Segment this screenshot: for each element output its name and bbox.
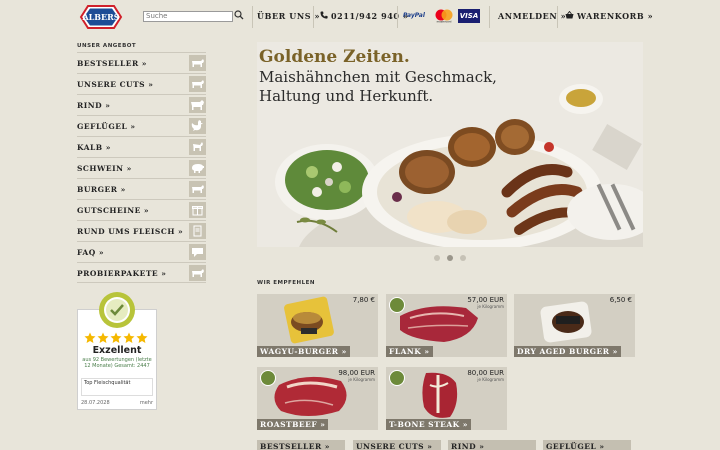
trust-review-quote: Top Fleischqualität <box>81 378 153 396</box>
sidebar-item-burger[interactable]: BURGER » <box>77 178 206 199</box>
logo-text: ALBERS <box>81 12 119 22</box>
gift-icon <box>189 202 206 218</box>
albers-logo[interactable]: ALBERS <box>78 4 124 30</box>
product-price: 57,00 EUR je Kilogramm <box>467 296 504 310</box>
paypal-logo: PayPal <box>403 12 425 19</box>
product-card-flank[interactable]: 57,00 EUR je Kilogramm FLANK » <box>386 294 507 357</box>
chat-icon <box>189 244 206 260</box>
quality-badge-icon <box>389 297 405 313</box>
category-tile-rind[interactable]: RIND » <box>448 440 536 450</box>
svg-text:mastercard: mastercard <box>437 20 452 24</box>
product-price: 7,80 € <box>352 296 375 304</box>
product-name[interactable]: T-BONE STEAK » <box>386 419 471 430</box>
sidebar-item-probierpakete[interactable]: PROBIERPAKETE » <box>77 262 206 283</box>
sidebar-item-label: RUND UMS FLEISCH » <box>77 227 184 236</box>
sidebar-item-label: GUTSCHEINE » <box>77 206 150 215</box>
sidebar-item-label: BURGER » <box>77 185 126 194</box>
sidebar-item-label: GEFLÜGEL » <box>77 122 136 131</box>
product-price: 80,00 EUR je Kilogramm <box>467 369 504 383</box>
sidebar-item-schwein[interactable]: SCHWEIN » <box>77 157 206 178</box>
product-name[interactable]: ROASTBEEF » <box>257 419 329 430</box>
slider-dot-1[interactable] <box>434 255 440 261</box>
book-icon <box>189 223 206 239</box>
site-header: ALBERS Suche ÜBER UNS » 0211/942 940 » P… <box>0 0 720 36</box>
phone-icon <box>320 11 328 19</box>
hero-headline: Goldene Zeiten. <box>259 47 410 67</box>
category-tile-bestseller[interactable]: BESTSELLER » <box>257 440 345 450</box>
product-name[interactable]: FLANK » <box>386 346 433 357</box>
sidebar-item-faq[interactable]: FAQ » <box>77 241 206 262</box>
sidebar-item-label: UNSERE CUTS » <box>77 80 154 89</box>
category-tile-label: BESTSELLER » <box>260 442 330 450</box>
basket-icon <box>565 11 574 19</box>
sidebar-item-gefluegel[interactable]: GEFLÜGEL » <box>77 115 206 136</box>
search-input[interactable]: Suche <box>143 11 233 22</box>
pig-icon <box>189 160 206 176</box>
product-name[interactable]: DRY AGED BURGER » <box>514 346 621 357</box>
trust-more-link[interactable]: mehr <box>140 400 153 406</box>
sidebar-item-label: FAQ » <box>77 248 105 257</box>
slider-dot-2-active[interactable] <box>447 255 453 261</box>
hero-banner[interactable]: Goldene Zeiten. Maishähnchen mit Geschma… <box>257 42 643 247</box>
header-divider <box>557 6 558 28</box>
visa-logo: VISA <box>458 9 480 23</box>
sidebar-title: UNSER ANGEBOT <box>77 43 137 49</box>
sidebar-item-label: BESTSELLER » <box>77 59 147 68</box>
cow-icon <box>189 55 206 71</box>
slider-dot-3[interactable] <box>460 255 466 261</box>
product-card-roastbeef[interactable]: 98,00 EUR je Kilogramm ROASTBEEF » <box>257 367 378 430</box>
sidebar-item-rund-ums-fleisch[interactable]: RUND UMS FLEISCH » <box>77 220 206 241</box>
cow-icon <box>189 181 206 197</box>
product-card-t-bone-steak[interactable]: 80,00 EUR je Kilogramm T-BONE STEAK » <box>386 367 507 430</box>
mastercard-logo: mastercard <box>435 9 453 24</box>
trust-rating-title: Exzellent <box>92 345 142 356</box>
sidebar-item-label: RIND » <box>77 101 111 110</box>
sidebar-item-bestseller[interactable]: BESTSELLER » <box>77 52 206 73</box>
sidebar-item-unsere-cuts[interactable]: UNSERE CUTS » <box>77 73 206 94</box>
category-tile-gefluegel[interactable]: GEFLÜGEL » <box>543 440 631 450</box>
category-tile-unsere-cuts[interactable]: UNSERE CUTS » <box>353 440 441 450</box>
sidebar-item-kalb[interactable]: KALB » <box>77 136 206 157</box>
hero-subline-1: Maishähnchen mit Geschmack, <box>259 68 497 86</box>
product-price: 6,50 € <box>609 296 632 304</box>
sidebar-item-gutscheine[interactable]: GUTSCHEINE » <box>77 199 206 220</box>
quality-badge-icon <box>389 370 405 386</box>
trust-rating-summary: aus 92 Bewertungen (letzte 12 Monate) Ge… <box>82 357 152 369</box>
calf-icon <box>189 139 206 155</box>
category-tile-label: UNSERE CUTS » <box>356 442 433 450</box>
header-divider <box>252 6 253 28</box>
cow-icon <box>189 97 206 113</box>
header-divider <box>313 6 314 28</box>
product-name[interactable]: WAGYU-BURGER » <box>257 346 350 357</box>
login-link[interactable]: ANMELDEN » <box>498 11 566 21</box>
product-card-dry-aged-burger[interactable]: 6,50 € DRY AGED BURGER » <box>514 294 635 357</box>
quality-badge-icon <box>260 370 276 386</box>
sidebar-item-label: SCHWEIN » <box>77 164 132 173</box>
category-tile-label: GEFLÜGEL » <box>546 442 605 450</box>
chicken-icon <box>189 118 206 134</box>
hero-subline: Maishähnchen mit Geschmack, Haltung und … <box>259 68 497 106</box>
cart-link[interactable]: WARENKORB » <box>577 11 653 21</box>
search-icon[interactable] <box>234 10 244 20</box>
hero-subline-2: Haltung und Herkunft. <box>259 87 434 105</box>
trusted-shops-widget[interactable]: Exzellent aus 92 Bewertungen (letzte 12 … <box>77 290 157 410</box>
trust-seal-icon <box>99 292 135 328</box>
trust-review-date: 28.07.2028 <box>81 400 110 406</box>
header-divider <box>489 6 490 28</box>
product-price: 98,00 EUR je Kilogramm <box>338 369 375 383</box>
cow-icon <box>189 76 206 92</box>
recommendations-title: WIR EMPFEHLEN <box>257 280 316 286</box>
header-divider <box>397 6 398 28</box>
sidebar-item-rind[interactable]: RIND » <box>77 94 206 115</box>
cow-icon <box>189 265 206 281</box>
rating-stars-icon <box>84 332 148 343</box>
category-tile-label: RIND » <box>451 442 485 450</box>
product-card-wagyu-burger[interactable]: 7,80 € WAGYU-BURGER » <box>257 294 378 357</box>
sidebar-item-label: KALB » <box>77 143 111 152</box>
about-link[interactable]: ÜBER UNS » <box>257 11 320 21</box>
sidebar-item-label: PROBIERPAKETE » <box>77 269 167 278</box>
